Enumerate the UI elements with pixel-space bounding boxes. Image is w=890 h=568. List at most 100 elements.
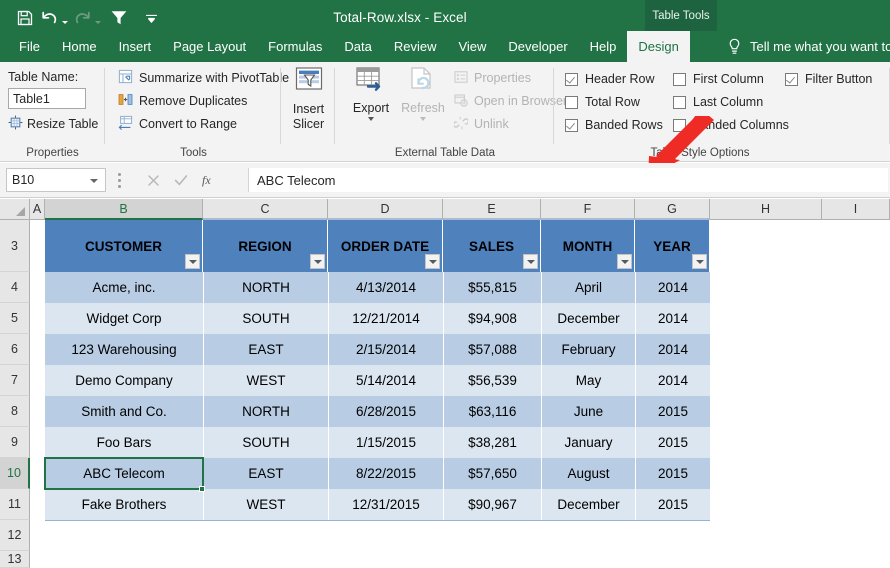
cell-d10[interactable]: 8/22/2015 (329, 458, 443, 489)
tab-insert[interactable]: Insert (108, 31, 163, 62)
checkbox-last-column[interactable]: Last Column (673, 92, 763, 112)
customize-qat-icon[interactable] (140, 5, 162, 31)
cell-g10[interactable]: 2015 (636, 458, 710, 489)
convert-to-range-button[interactable]: Convert to Range (118, 113, 237, 135)
cell-g7[interactable]: 2014 (636, 365, 710, 396)
cell-b7[interactable]: Demo Company (45, 365, 203, 396)
export-dropdown-icon[interactable] (368, 117, 374, 121)
row-header-9[interactable]: 9 (0, 427, 30, 458)
cell-b11[interactable]: Fake Brothers (45, 489, 203, 520)
row-header-8[interactable]: 8 (0, 396, 30, 427)
resize-table-button[interactable]: Resize Table (8, 114, 98, 134)
tab-developer[interactable]: Developer (497, 31, 578, 62)
checkbox-last-column-box[interactable] (673, 95, 686, 109)
cell-c6[interactable]: EAST (204, 334, 328, 365)
cell-d5[interactable]: 12/21/2014 (329, 303, 443, 334)
filter-button-month[interactable] (617, 254, 632, 269)
tab-data[interactable]: Data (333, 31, 382, 62)
row-header-5[interactable]: 5 (0, 303, 30, 334)
cell-f7[interactable]: May (542, 365, 635, 396)
cell-f10[interactable]: August (542, 458, 635, 489)
cell-b10[interactable]: ABC Telecom (45, 458, 203, 489)
tab-help[interactable]: Help (579, 31, 628, 62)
checkbox-banded-columns[interactable]: Banded Columns (673, 115, 789, 135)
cell-g4[interactable]: 2014 (636, 272, 710, 303)
name-box[interactable]: B10 (6, 168, 106, 192)
cell-f4[interactable]: April (542, 272, 635, 303)
tab-review[interactable]: Review (383, 31, 448, 62)
cell-b6[interactable]: 123 Warehousing (45, 334, 203, 365)
column-header-b[interactable]: B (45, 199, 203, 220)
fill-handle[interactable] (199, 486, 205, 492)
cell-c9[interactable]: SOUTH (204, 427, 328, 458)
save-icon[interactable] (14, 5, 36, 31)
checkbox-total-row[interactable]: Total Row (565, 92, 640, 112)
cell-e9[interactable]: $38,281 (444, 427, 541, 458)
filter-icon[interactable] (108, 5, 130, 31)
cell-d6[interactable]: 2/15/2014 (329, 334, 443, 365)
cell-f5[interactable]: December (542, 303, 635, 334)
cell-g11[interactable]: 2015 (636, 489, 710, 520)
cell-d11[interactable]: 12/31/2015 (329, 489, 443, 520)
column-header-e[interactable]: E (443, 199, 541, 220)
row-header-10[interactable]: 10 (0, 458, 30, 489)
row-header-7[interactable]: 7 (0, 365, 30, 396)
tab-home[interactable]: Home (51, 31, 108, 62)
filter-button-sales[interactable] (523, 254, 538, 269)
checkbox-header-row[interactable]: Header Row (565, 69, 654, 89)
checkbox-header-row-box[interactable] (565, 72, 578, 86)
formula-input[interactable]: ABC Telecom (248, 168, 888, 192)
column-header-i[interactable]: I (822, 199, 890, 220)
cell-b4[interactable]: Acme, inc. (45, 272, 203, 303)
tab-design[interactable]: Design (627, 31, 690, 62)
cell-c5[interactable]: SOUTH (204, 303, 328, 334)
cell-c11[interactable]: WEST (204, 489, 328, 520)
column-header-h[interactable]: H (710, 199, 822, 220)
checkbox-total-row-box[interactable] (565, 95, 578, 109)
cell-e6[interactable]: $57,088 (444, 334, 541, 365)
column-header-c[interactable]: C (203, 199, 328, 220)
cell-f6[interactable]: February (542, 334, 635, 365)
row-header-11[interactable]: 11 (0, 489, 30, 520)
checkbox-filter-button-box[interactable] (785, 72, 798, 86)
cell-g9[interactable]: 2015 (636, 427, 710, 458)
cell-b5[interactable]: Widget Corp (45, 303, 203, 334)
checkbox-filter-button[interactable]: Filter Button (785, 69, 872, 89)
column-header-d[interactable]: D (328, 199, 443, 220)
cell-c10[interactable]: EAST (204, 458, 328, 489)
checkbox-banded-columns-box[interactable] (673, 118, 686, 132)
cell-e8[interactable]: $63,116 (444, 396, 541, 427)
tab-page-layout[interactable]: Page Layout (162, 31, 257, 62)
filter-button-region[interactable] (310, 254, 325, 269)
cell-d4[interactable]: 4/13/2014 (329, 272, 443, 303)
tell-me-search[interactable]: Tell me what you want to (727, 31, 890, 62)
table-name-input[interactable]: Table1 (8, 88, 86, 109)
cell-g5[interactable]: 2014 (636, 303, 710, 334)
cell-d9[interactable]: 1/15/2015 (329, 427, 443, 458)
filter-button-customer[interactable] (185, 254, 200, 269)
tab-formulas[interactable]: Formulas (257, 31, 333, 62)
column-header-a[interactable]: A (30, 199, 45, 220)
row-header-13[interactable]: 13 (0, 551, 30, 568)
cell-d7[interactable]: 5/14/2014 (329, 365, 443, 396)
insert-function-icon[interactable]: fx (195, 168, 223, 192)
cell-e11[interactable]: $90,967 (444, 489, 541, 520)
row-header-3[interactable]: 3 (0, 220, 30, 272)
checkbox-banded-rows-box[interactable] (565, 118, 578, 132)
cell-f11[interactable]: December (542, 489, 635, 520)
cell-g6[interactable]: 2014 (636, 334, 710, 365)
column-header-g[interactable]: G (635, 199, 710, 220)
row-header-6[interactable]: 6 (0, 334, 30, 365)
export-button[interactable]: Export (346, 66, 396, 121)
cell-e10[interactable]: $57,650 (444, 458, 541, 489)
cell-e7[interactable]: $56,539 (444, 365, 541, 396)
column-header-f[interactable]: F (541, 199, 635, 220)
cell-g8[interactable]: 2015 (636, 396, 710, 427)
cell-b8[interactable]: Smith and Co. (45, 396, 203, 427)
summarize-with-pivottable-button[interactable]: Summarize with PivotTable (118, 67, 289, 89)
cell-e5[interactable]: $94,908 (444, 303, 541, 334)
insert-slicer-button[interactable]: Insert Slicer (282, 66, 335, 131)
undo-icon[interactable] (38, 5, 60, 31)
checkbox-first-column[interactable]: First Column (673, 69, 764, 89)
cell-d8[interactable]: 6/28/2015 (329, 396, 443, 427)
